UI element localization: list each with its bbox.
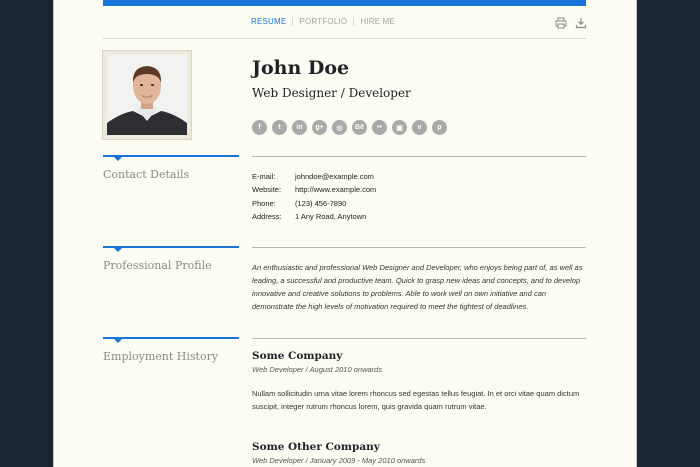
contact-section-marker: [103, 155, 239, 161]
employment-divider: [252, 338, 586, 339]
email-link[interactable]: johndoe@example.com: [295, 172, 374, 181]
job-meta: Web Developer / January 2009 - May 2010 …: [252, 456, 426, 465]
employment-heading: Employment History: [103, 350, 219, 363]
accent-top-bar: [103, 0, 586, 6]
download-icon[interactable]: [575, 16, 587, 29]
profile-text: An enthusiastic and professional Web Des…: [252, 263, 583, 311]
profile-heading: Professional Profile: [103, 259, 212, 272]
phone-value: (123) 456-7890: [295, 198, 347, 208]
job-entry: Some Company Web Developer / August 2010…: [252, 350, 586, 413]
google-plus-icon[interactable]: g+: [312, 120, 327, 135]
header-divider: [103, 38, 586, 39]
address-value: 1 Any Road, Anytown: [295, 212, 367, 222]
resume-page: RESUME PORTFOLIO HIRE ME John Doe Web De…: [54, 0, 636, 467]
contact-label: Website:: [252, 185, 282, 195]
job-description: Nullam sollicitudin urna vitae lorem rho…: [252, 389, 580, 411]
profile-divider: [252, 247, 586, 248]
employment-section-marker: [103, 337, 239, 343]
pinterest-icon[interactable]: p: [432, 120, 447, 135]
behance-icon[interactable]: Bē: [352, 120, 367, 135]
toolbar: [555, 16, 587, 29]
job-company: Some Company: [252, 350, 343, 362]
contact-label: E-mail:: [252, 172, 276, 182]
contact-label: Address:: [252, 212, 282, 222]
twitter-icon[interactable]: t: [272, 120, 287, 135]
person-name: John Doe: [252, 57, 350, 79]
contact-divider: [252, 156, 586, 157]
linkedin-icon[interactable]: in: [292, 120, 307, 135]
contact-row-phone: Phone: (123) 456-7890: [252, 197, 376, 210]
contact-row-website: Website: http://www.example.com: [252, 183, 376, 196]
facebook-icon[interactable]: f: [252, 120, 267, 135]
contact-row-email: E-mail: johndoe@example.com: [252, 170, 376, 183]
website-link[interactable]: http://www.example.com: [295, 185, 376, 194]
nav-portfolio[interactable]: PORTFOLIO: [292, 17, 353, 26]
job-company: Some Other Company: [252, 441, 380, 453]
contact-details: E-mail: johndoe@example.com Website: htt…: [252, 170, 376, 223]
printer-icon[interactable]: [555, 16, 567, 29]
contact-label: Phone:: [252, 198, 276, 208]
instagram-icon[interactable]: ▣: [392, 120, 407, 135]
flickr-icon[interactable]: ••: [372, 120, 387, 135]
person-title: Web Designer / Developer: [252, 86, 411, 100]
nav-resume[interactable]: RESUME: [251, 17, 292, 26]
job-meta: Web Developer / August 2010 onwards: [252, 365, 383, 374]
profile-section-marker: [103, 246, 239, 252]
social-links: f t in g+ ◎ Bē •• ▣ v p: [252, 120, 447, 135]
nav-hire-me[interactable]: HIRE ME: [353, 17, 401, 26]
dribbble-icon[interactable]: ◎: [332, 120, 347, 135]
top-nav: RESUME PORTFOLIO HIRE ME: [251, 17, 401, 26]
contact-row-address: Address: 1 Any Road, Anytown: [252, 210, 376, 223]
profile-photo: [102, 50, 192, 140]
vimeo-icon[interactable]: v: [412, 120, 427, 135]
job-entry: Some Other Company Web Developer / Janua…: [252, 441, 586, 465]
contact-heading: Contact Details: [103, 168, 190, 181]
